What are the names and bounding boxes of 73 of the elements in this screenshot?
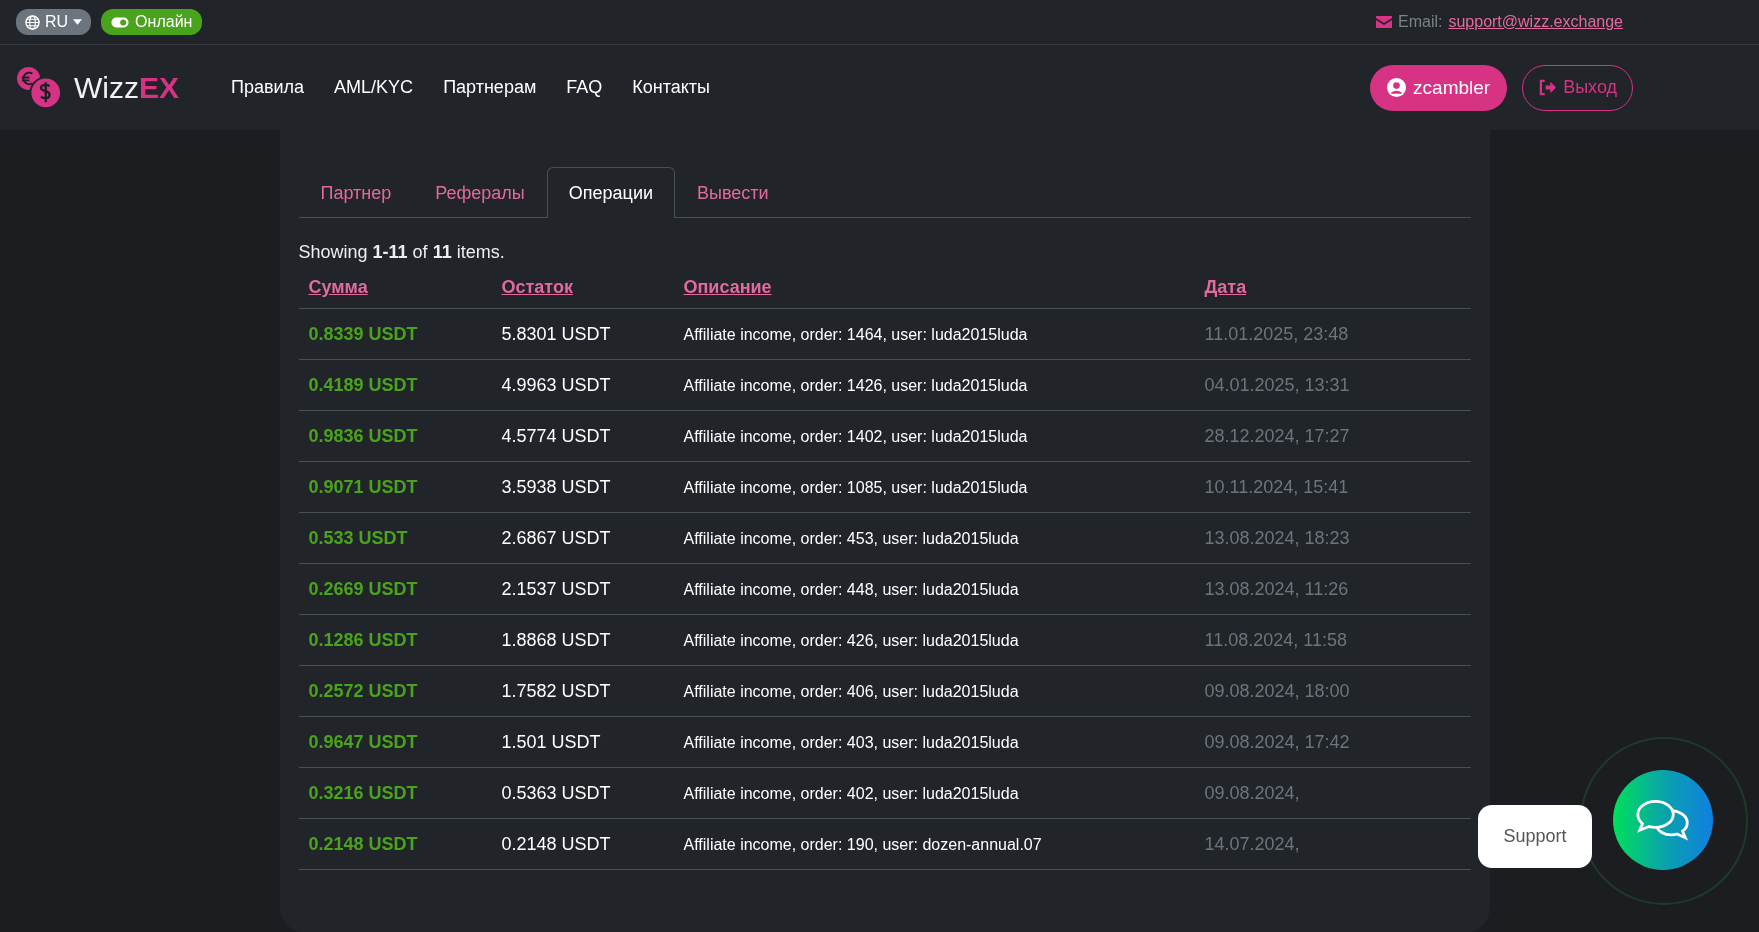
date-cell: 09.08.2024, <box>1204 782 1300 803</box>
description-cell: Affiliate income, order: 1464, user: luda2015luda <box>683 325 1028 343</box>
nav-link[interactable]: Контакты <box>632 77 711 98</box>
logo-text: WizzEX <box>74 70 179 105</box>
logout-icon <box>1538 79 1558 96</box>
description-cell: Affiliate income, order: 1085, user: luda2015luda <box>683 478 1028 496</box>
nav-link[interactable]: Правила <box>231 77 305 98</box>
tab[interactable]: Операции <box>546 167 675 218</box>
column-header[interactable]: Дата <box>1204 277 1247 297</box>
balance-cell: 0.2148 USDT <box>501 833 611 854</box>
date-cell: 14.07.2024, <box>1204 833 1300 854</box>
caret-icon <box>73 19 83 25</box>
amount-cell: 0.8339 USDT <box>308 323 418 344</box>
user-button[interactable]: zcambler <box>1370 64 1508 111</box>
tab[interactable]: Партнер <box>298 167 414 218</box>
amount-cell: 0.9836 USDT <box>308 425 418 446</box>
date-cell: 09.08.2024, 17:42 <box>1204 731 1350 752</box>
email-link[interactable]: support@wizz.exchange <box>1448 13 1623 31</box>
toggle-icon <box>111 16 130 28</box>
column-header[interactable]: Описание <box>683 277 772 297</box>
date-cell: 13.08.2024, 18:23 <box>1204 527 1350 548</box>
date-cell: 13.08.2024, 11:26 <box>1204 578 1349 599</box>
nav-link[interactable]: AML/KYC <box>334 77 414 98</box>
email-label: Email: <box>1398 13 1443 31</box>
amount-cell: 0.9071 USDT <box>308 476 418 497</box>
tab[interactable]: Вывести <box>675 167 791 218</box>
envelope-icon <box>1376 16 1392 28</box>
balance-cell: 1.501 USDT <box>501 731 601 752</box>
description-cell: Affiliate income, order: 1402, user: luda2015luda <box>683 427 1028 445</box>
amount-cell: 0.2572 USDT <box>308 680 418 701</box>
amount-cell: 0.2148 USDT <box>308 833 418 854</box>
support-tooltip: Support <box>1478 805 1592 868</box>
amount-cell: 0.9647 USDT <box>308 731 418 752</box>
globe-icon <box>25 14 40 30</box>
date-cell: 09.08.2024, 18:00 <box>1204 680 1350 701</box>
nav-link[interactable]: FAQ <box>566 77 603 98</box>
date-cell: 10.11.2024, 15:41 <box>1204 476 1349 497</box>
description-cell: Affiliate income, order: 453, user: luda2015luda <box>683 529 1019 547</box>
description-cell: Affiliate income, order: 448, user: luda2015luda <box>683 580 1019 598</box>
online-status-badge: Онлайн <box>101 9 203 35</box>
amount-cell: 0.2669 USDT <box>308 578 418 599</box>
amount-cell: 0.1286 USDT <box>308 629 418 650</box>
column-header[interactable]: Остаток <box>501 277 573 297</box>
balance-cell: 4.5774 USDT <box>501 425 611 446</box>
balance-cell: 2.1537 USDT <box>501 578 611 599</box>
date-cell: 11.01.2025, 23:48 <box>1204 323 1349 344</box>
date-cell: 28.12.2024, 17:27 <box>1204 425 1350 446</box>
amount-cell: 0.3216 USDT <box>308 782 418 803</box>
description-cell: Affiliate income, order: 402, user: luda2015luda <box>683 784 1019 802</box>
column-header[interactable]: Сумма <box>308 277 368 297</box>
user-icon <box>1387 78 1407 97</box>
date-cell: 04.01.2025, 13:31 <box>1204 374 1350 395</box>
description-cell: Affiliate income, order: 1426, user: luda2015luda <box>683 376 1028 394</box>
description-cell: Affiliate income, order: 190, user: dozen-annual.07 <box>683 835 1042 853</box>
language-dropdown[interactable]: RU <box>16 9 92 35</box>
balance-cell: 4.9963 USDT <box>501 374 611 395</box>
balance-cell: 0.5363 USDT <box>501 782 611 803</box>
description-cell: Affiliate income, order: 426, user: luda2015luda <box>683 631 1019 649</box>
coins-icon <box>16 65 64 110</box>
balance-cell: 5.8301 USDT <box>501 323 611 344</box>
balance-cell: 1.7582 USDT <box>501 680 611 701</box>
summary-text: Showing 1-11 of 11 items. <box>298 242 506 263</box>
nav-link[interactable]: Партнерам <box>443 77 537 98</box>
balance-cell: 2.6867 USDT <box>501 527 611 548</box>
description-cell: Affiliate income, order: 403, user: luda2015luda <box>683 733 1019 751</box>
amount-cell: 0.4189 USDT <box>308 374 418 395</box>
date-cell: 11.08.2024, 11:58 <box>1204 629 1347 650</box>
description-cell: Affiliate income, order: 406, user: luda2015luda <box>683 682 1019 700</box>
balance-cell: 1.8868 USDT <box>501 629 611 650</box>
tab[interactable]: Рефералы <box>413 167 547 218</box>
amount-cell: 0.533 USDT <box>308 527 408 548</box>
chat-icon <box>1635 798 1691 842</box>
balance-cell: 3.5938 USDT <box>501 476 611 497</box>
